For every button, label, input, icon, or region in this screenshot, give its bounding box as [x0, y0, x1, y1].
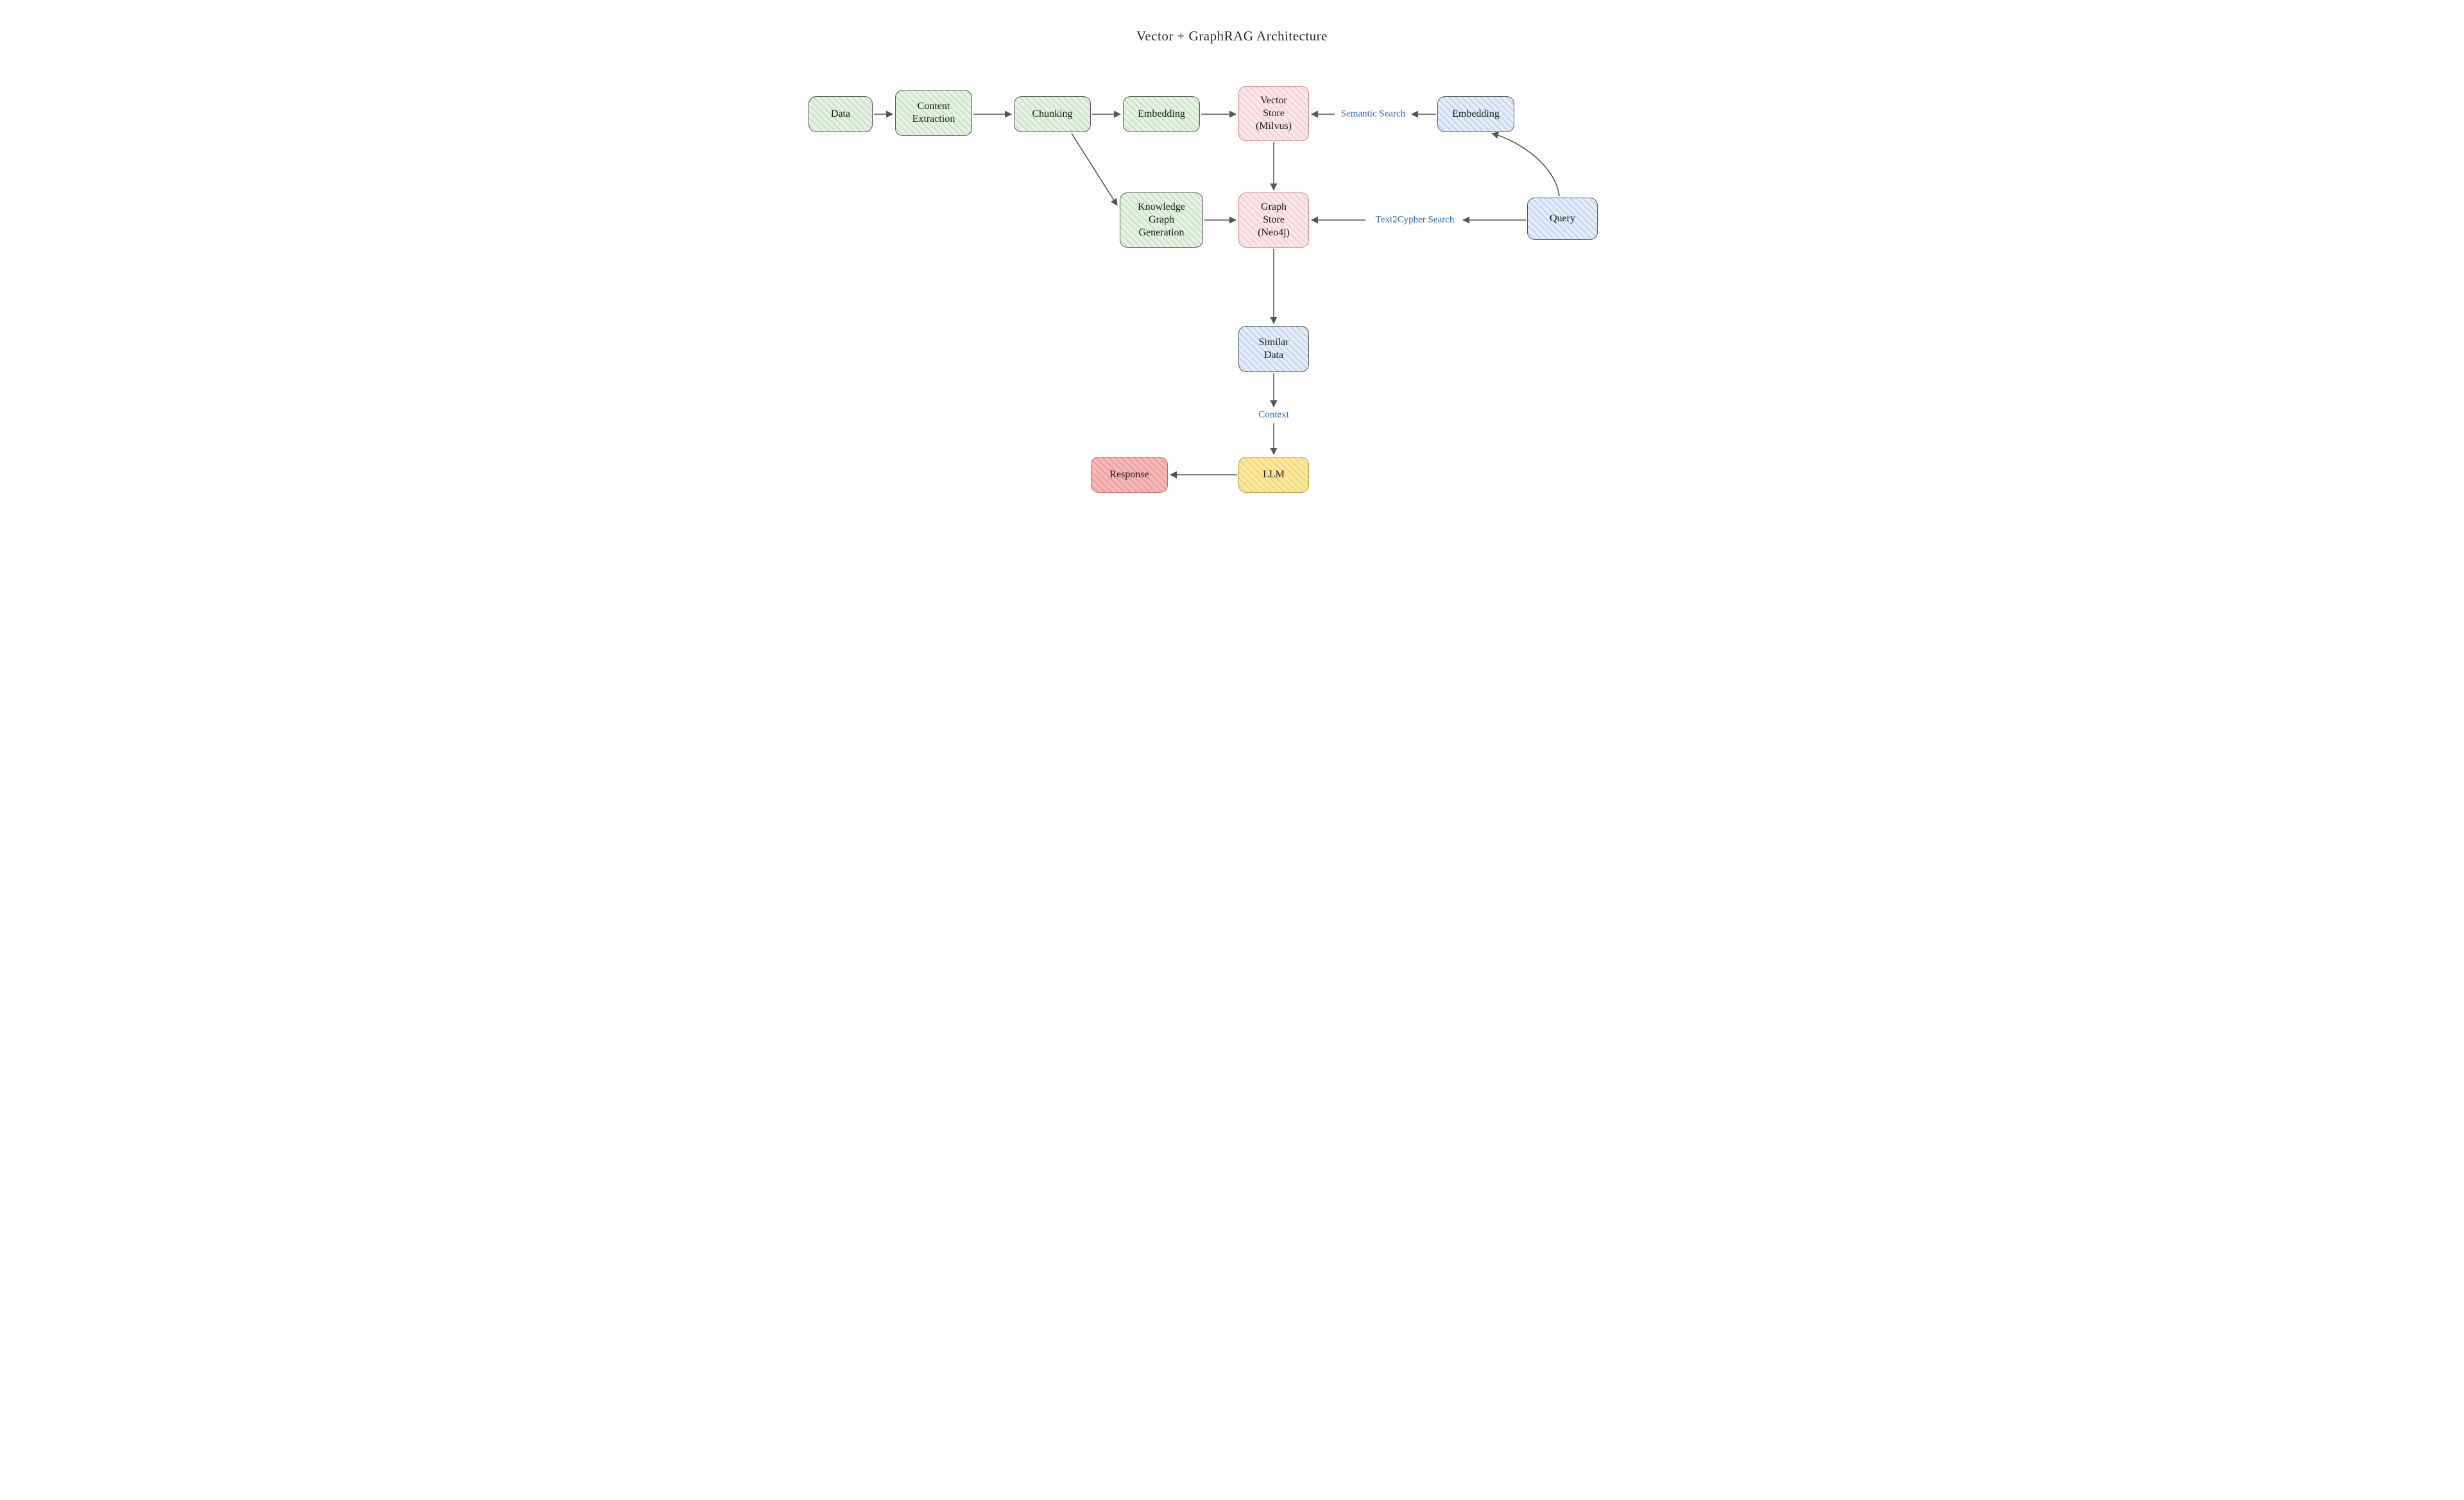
node-llm: LLM — [1238, 457, 1309, 493]
edge-label-text2cypher: Text2Cypher Search — [1373, 215, 1457, 226]
node-graph-store: Graph Store (Neo4j) — [1238, 192, 1309, 248]
edge-chunking-to-kg — [1072, 133, 1117, 205]
edge-query-to-embedding — [1492, 133, 1559, 196]
node-similar-data: Similar Data — [1238, 326, 1309, 372]
node-content-extraction: Content Extraction — [895, 90, 972, 136]
title-text: Vector + GraphRAG Architecture — [1136, 28, 1328, 44]
node-vector-store: Vector Store (Milvus) — [1238, 86, 1309, 141]
node-embedding-left: Embedding — [1123, 96, 1200, 132]
node-embedding-right: Embedding — [1437, 96, 1514, 132]
edge-layer — [757, 0, 1707, 597]
diagram-title: Vector + GraphRAG Architecture — [757, 28, 1707, 44]
node-data: Data — [809, 96, 873, 132]
node-response: Response — [1091, 457, 1168, 493]
diagram-canvas: Vector + GraphRAG Architecture Data Cont… — [757, 0, 1707, 597]
edge-label-context: Context — [1256, 410, 1292, 421]
node-kg-generation: Knowledge Graph Generation — [1120, 192, 1203, 248]
node-query: Query — [1527, 198, 1598, 240]
node-chunking: Chunking — [1014, 96, 1091, 132]
edge-label-semantic-search: Semantic Search — [1339, 109, 1408, 120]
